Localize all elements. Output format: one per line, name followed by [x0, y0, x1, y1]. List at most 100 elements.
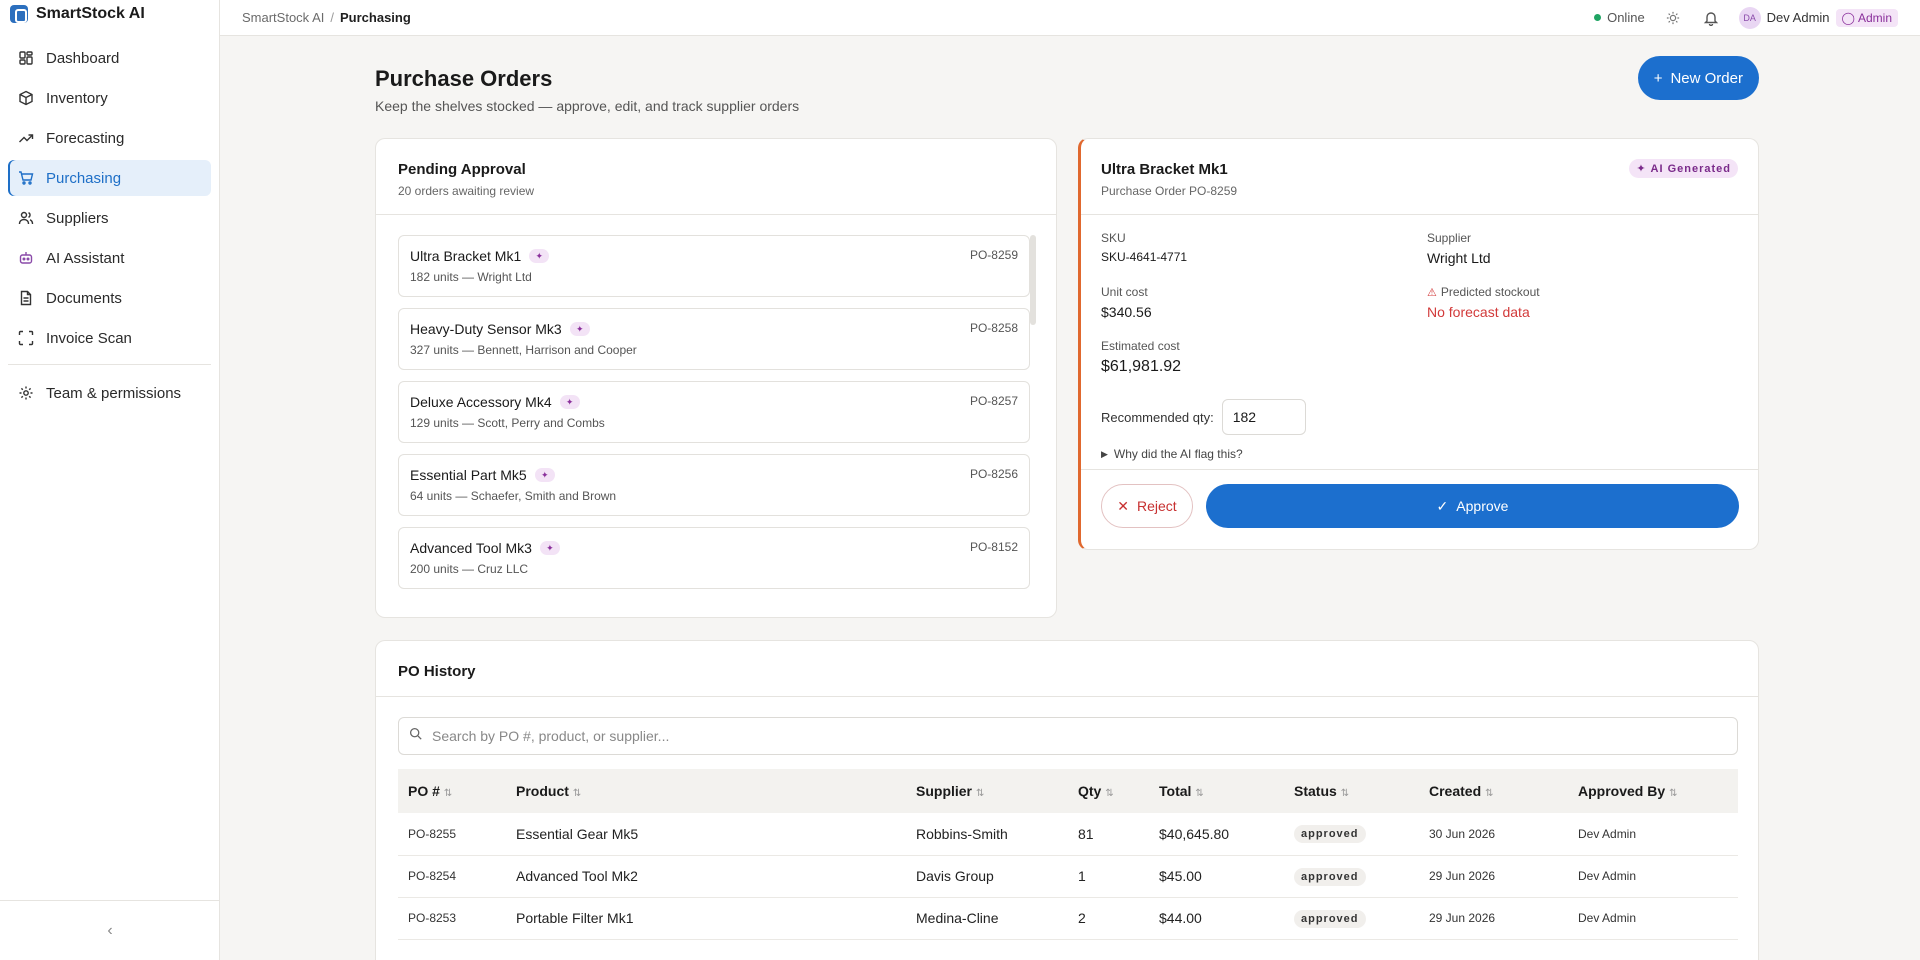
reject-label: Reject	[1137, 498, 1177, 514]
sidebar-item-suppliers[interactable]: Suppliers	[8, 200, 211, 236]
ai-sparkle-icon: ✦	[534, 468, 555, 482]
cell-status: approved	[1284, 855, 1419, 897]
pending-list: Ultra Bracket Mk1 ✦ 182 units — Wright Lt…	[398, 235, 1030, 600]
cell-approved-by: Dev Admin	[1578, 911, 1637, 925]
x-icon: ✕	[1117, 497, 1130, 514]
column-header-po[interactable]: PO # ⇅	[398, 769, 506, 813]
supplier-label: Supplier	[1427, 231, 1472, 245]
check-icon: ✓	[1436, 497, 1449, 514]
pending-order-item[interactable]: Ultra Bracket Mk1 ✦ 182 units — Wright Lt…	[398, 235, 1030, 297]
approve-label: Approve	[1456, 498, 1509, 514]
pending-order-item[interactable]: Heavy-Duty Sensor Mk3 ✦ 327 units — Benne…	[398, 308, 1030, 370]
pending-order-item[interactable]: Essential Part Mk5 ✦ 64 units — Schaefer,…	[398, 454, 1030, 516]
column-header-qty[interactable]: Qty ⇅	[1068, 769, 1149, 813]
sku-field: SKU SKU-4641-4771	[1101, 231, 1187, 264]
po-number: PO-8257	[969, 394, 1018, 408]
cell-po: PO-8253	[408, 911, 457, 925]
pending-approval-card: Pending Approval 20 orders awaiting revi…	[375, 138, 1057, 618]
cell-status: approved	[1284, 813, 1419, 855]
supplier-field: Supplier Wright Ltd	[1427, 231, 1491, 266]
table-header-row: PO # ⇅ Product ⇅ Supplier ⇅ Qty ⇅ Total ⇅ Sta…	[398, 769, 1738, 813]
search-icon	[409, 727, 422, 745]
reject-button[interactable]: ✕ Reject	[1101, 484, 1193, 528]
sidebar-item-forecasting[interactable]: Forecasting	[8, 120, 211, 156]
theme-toggle-sun-icon[interactable]	[1663, 8, 1683, 28]
estimated-cost-value: $61,981.92	[1101, 358, 1182, 375]
cell-created: 29 Jun 2026	[1429, 869, 1496, 883]
po-number: PO-8259	[969, 248, 1018, 262]
cell-status: approved	[1284, 897, 1419, 939]
breadcrumb-separator: /	[330, 10, 334, 25]
topbar-actions: Online DA Dev Admin ◯ Admin	[1594, 6, 1898, 29]
table-row[interactable]: PO-8253 Portable Filter Mk1 Medina-Cline…	[398, 897, 1738, 939]
column-header-created[interactable]: Created ⇅	[1419, 769, 1568, 813]
product-name: Heavy-Duty Sensor Mk3	[410, 321, 562, 337]
sidebar-item-label: Dashboard	[46, 49, 120, 67]
cart-icon	[18, 170, 34, 186]
sidebar-item-label: Documents	[46, 289, 122, 307]
cell-qty: 1	[1078, 868, 1086, 884]
column-header-product[interactable]: Product ⇅	[506, 769, 906, 813]
why-flagged-toggle[interactable]: ▶ Why did the AI flag this?	[1101, 447, 1243, 461]
status-badge: approved	[1294, 825, 1366, 844]
column-header-approved-by[interactable]: Approved By ⇅	[1568, 769, 1738, 813]
pending-list-scrollbar[interactable]	[1030, 235, 1036, 325]
table-row[interactable]: PO-8255 Essential Gear Mk5 Robbins-Smith…	[398, 813, 1738, 855]
sort-icon: ⇅	[1105, 788, 1114, 799]
detail-header: Ultra Bracket Mk1 Purchase Order PO-8259…	[1081, 139, 1758, 215]
pending-order-item[interactable]: Deluxe Accessory Mk4 ✦ 129 units — Scott,…	[398, 381, 1030, 443]
sort-icon: ⇅	[1669, 788, 1678, 799]
new-order-button[interactable]: + New Order	[1637, 56, 1759, 100]
sidebar-item-purchasing[interactable]: Purchasing	[8, 160, 211, 196]
cell-po: PO-8254	[408, 869, 457, 883]
column-header-total[interactable]: Total ⇅	[1149, 769, 1284, 813]
sidebar-item-documents[interactable]: Documents	[8, 280, 211, 316]
recommended-qty-input[interactable]	[1221, 399, 1306, 435]
sidebar-item-label: Inventory	[46, 89, 108, 107]
detail-actions: ✕ Reject ✓ Approve	[1081, 469, 1758, 549]
app-logo-icon	[10, 5, 28, 23]
pending-order-item[interactable]: Advanced Tool Mk3 ✦ 200 units — Cruz LLC …	[398, 527, 1030, 589]
ai-sparkle-icon: ✦	[529, 249, 550, 263]
sidebar-item-dashboard[interactable]: Dashboard	[8, 40, 211, 76]
predicted-stockout-label: Predicted stockout	[1440, 285, 1540, 299]
sidebar-item-label: Team & permissions	[46, 384, 182, 402]
sidebar-item-invoice-scan[interactable]: Invoice Scan	[8, 320, 211, 356]
history-header: PO History	[376, 641, 1758, 697]
role-badge: ◯ Admin	[1835, 8, 1898, 27]
approve-button[interactable]: ✓ Approve	[1206, 484, 1739, 528]
column-header-status[interactable]: Status ⇅	[1284, 769, 1419, 813]
ai-sparkle-icon: ✦	[539, 541, 560, 555]
why-flagged-label: Why did the AI flag this?	[1113, 447, 1243, 461]
po-number: PO-8152	[969, 540, 1018, 554]
status-badge: approved	[1294, 867, 1366, 886]
predicted-stockout-value: No forecast data	[1427, 304, 1530, 320]
search-input[interactable]	[432, 728, 1727, 744]
cell-total: $45.00	[1159, 868, 1202, 884]
page-title: Purchase Orders	[375, 66, 553, 91]
chevron-left-icon: ‹	[107, 921, 113, 939]
cell-supplier: Davis Group	[916, 868, 994, 884]
pending-subtitle: 20 orders awaiting review	[398, 184, 535, 198]
order-meta: 64 units — Schaefer, Smith and Brown	[410, 489, 617, 503]
dashboard-icon	[18, 50, 34, 66]
notifications-bell-icon[interactable]	[1701, 8, 1721, 28]
table-row[interactable]: PO-8254 Advanced Tool Mk2 Davis Group 1 …	[398, 855, 1738, 897]
user-menu[interactable]: DA Dev Admin ◯ Admin	[1738, 6, 1898, 29]
connection-status: Online	[1594, 10, 1645, 25]
sidebar-item-team-permissions[interactable]: Team & permissions	[8, 375, 211, 411]
sidebar-item-label: Suppliers	[46, 209, 109, 227]
collapse-sidebar-button[interactable]: ‹	[0, 900, 220, 960]
cell-po: PO-8255	[408, 826, 457, 841]
column-header-supplier[interactable]: Supplier ⇅	[906, 769, 1068, 813]
role-label: Admin	[1857, 10, 1892, 25]
product-name: Advanced Tool Mk3	[410, 540, 532, 556]
cell-qty: 81	[1078, 825, 1094, 842]
cell-product: Portable Filter Mk1	[516, 910, 634, 926]
cell-created: 30 Jun 2026	[1429, 826, 1496, 841]
breadcrumb-root[interactable]: SmartStock AI	[242, 10, 324, 25]
avatar: DA	[1738, 6, 1761, 29]
sidebar-item-ai-assistant[interactable]: AI Assistant	[8, 240, 211, 276]
sidebar-item-inventory[interactable]: Inventory	[8, 80, 211, 116]
brand[interactable]: SmartStock AI	[0, 0, 219, 28]
